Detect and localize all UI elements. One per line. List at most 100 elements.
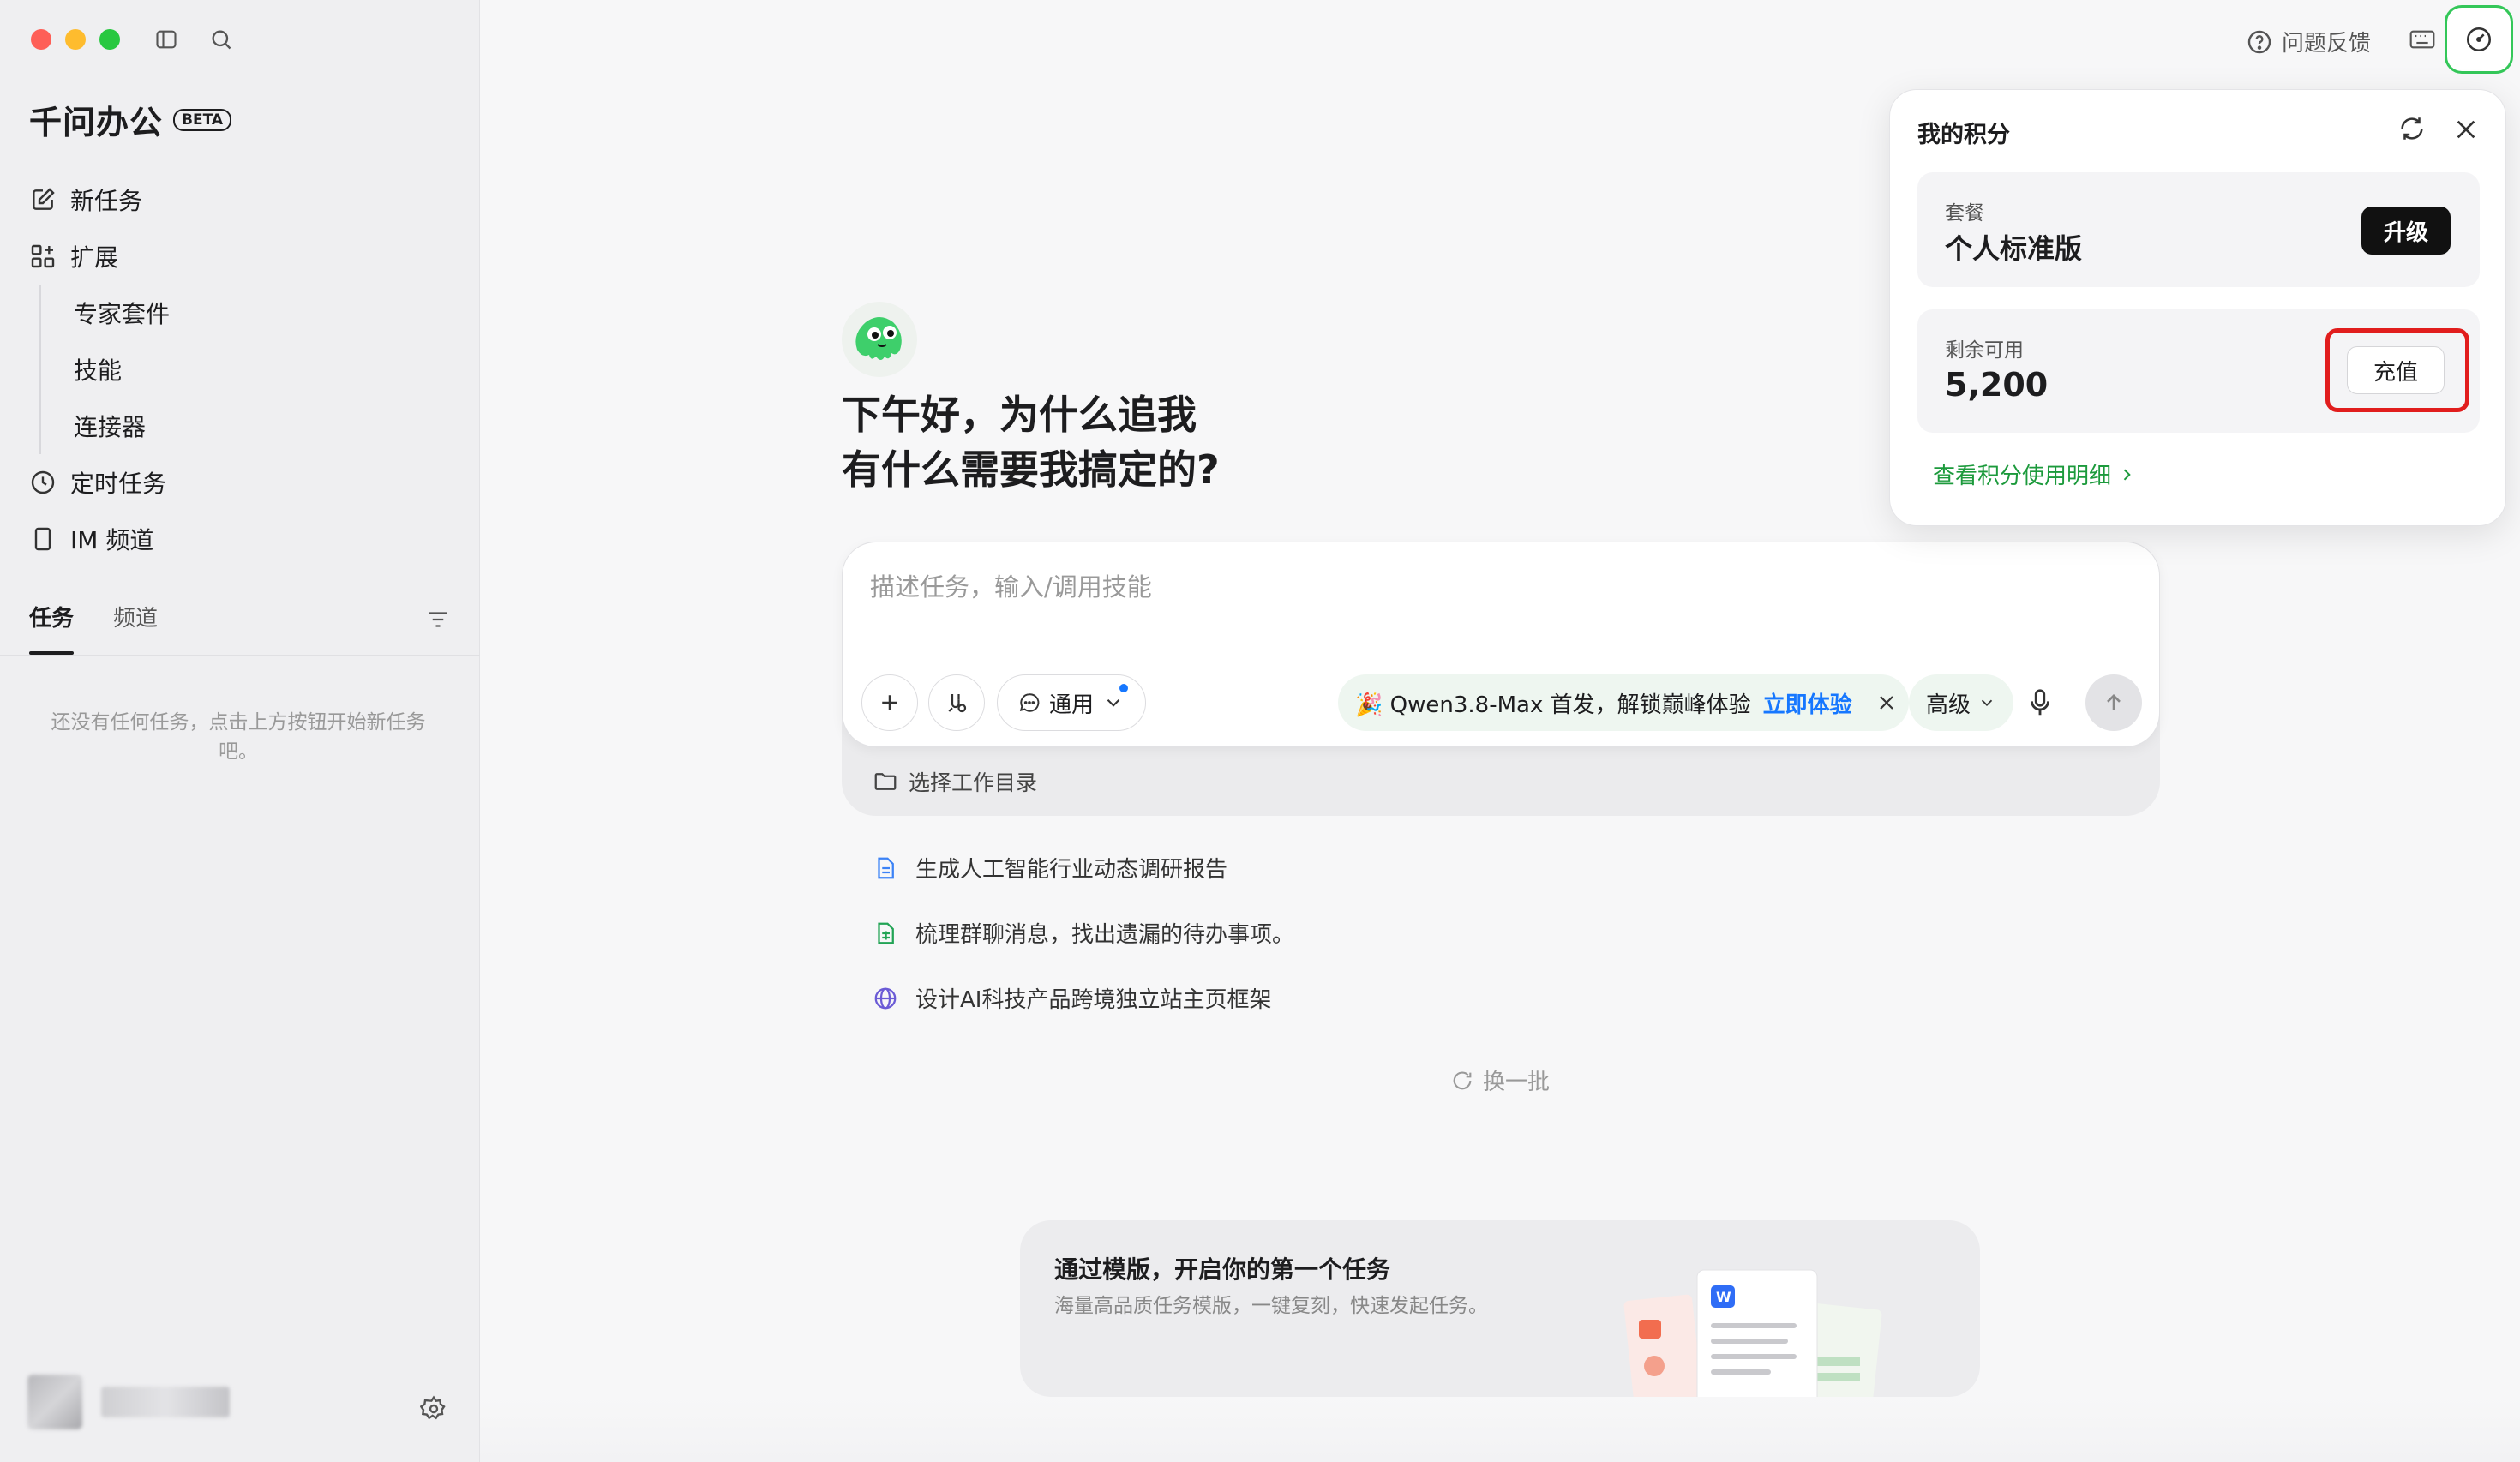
template-card-subtitle: 海量高品质任务模版，一键复刻，快速发起任务。 bbox=[1054, 1295, 1488, 1317]
mode-selector[interactable]: 通用 bbox=[997, 674, 1147, 731]
bottom-fade bbox=[480, 1397, 2520, 1462]
tabs-divider bbox=[0, 655, 480, 656]
sidebar-tabs: 任务 频道 bbox=[29, 595, 451, 655]
greeting-line-1: 下午好，为什么追我 bbox=[842, 392, 1197, 438]
keyboard-icon[interactable] bbox=[2409, 27, 2436, 51]
svg-text:W: W bbox=[1716, 1289, 1731, 1305]
promo-banner: 🎉 Qwen3.8-Max 首发，解锁巅峰体验 立即体验 bbox=[1338, 674, 1909, 731]
recharge-button[interactable]: 充值 bbox=[2347, 346, 2445, 394]
remaining-box: 剩余可用 5,200 充值 bbox=[1917, 309, 2480, 433]
sidebar-item-new-task[interactable]: 新任务 bbox=[29, 171, 458, 228]
composer-container: 通用 🎉 Qwen3.8-Max 首发，解锁巅峰体验 立即体验 高级 选择工作目… bbox=[842, 542, 2160, 816]
grid-plus-icon bbox=[31, 244, 55, 268]
upgrade-button[interactable]: 升级 bbox=[2361, 207, 2451, 255]
help-circle-icon bbox=[2247, 30, 2271, 53]
suggestion-text: 梳理群聊消息，找出遗漏的待办事项。 bbox=[915, 922, 1295, 948]
sidebar-nav: 新任务 扩展 专家套件 技能 连接器 定时任务 IM 频道 bbox=[29, 171, 458, 567]
sidebar-item-label: IM 频道 bbox=[70, 526, 154, 554]
points-detail-label: 查看积分使用明细 bbox=[1933, 464, 2112, 489]
user-name-blurred[interactable] bbox=[101, 1387, 230, 1417]
suggestion-text: 设计AI科技产品跨境独立站主页框架 bbox=[915, 987, 1272, 1013]
remaining-label: 剩余可用 bbox=[1945, 339, 2024, 362]
greeting-line-2: 有什么需要我搞定的? bbox=[842, 446, 1220, 493]
sidebar-item-label: 扩展 bbox=[70, 243, 119, 272]
sidebar: 千问办公 BETA 新任务 扩展 专家套件 技能 连接器 定时任务 IM 频道 … bbox=[0, 0, 480, 1462]
greeting: 下午好，为什么追我 有什么需要我搞定的? bbox=[842, 387, 1220, 497]
gauge-icon bbox=[2466, 27, 2492, 52]
phone-icon bbox=[34, 527, 51, 551]
document-icon bbox=[878, 857, 894, 878]
sidebar-item-expert-suite[interactable]: 专家套件 bbox=[74, 285, 458, 341]
sidebar-item-label: 技能 bbox=[74, 357, 123, 385]
gear-icon[interactable] bbox=[420, 1395, 447, 1423]
sidebar-item-scheduled-tasks[interactable]: 定时任务 bbox=[29, 454, 458, 511]
clock-icon bbox=[31, 470, 55, 494]
plus-icon bbox=[882, 695, 897, 710]
plan-value: 个人标准版 bbox=[1945, 232, 2083, 265]
sidebar-item-label: 定时任务 bbox=[70, 470, 167, 498]
suggestion-item[interactable]: 梳理群聊消息，找出遗漏的待办事项。 bbox=[873, 917, 1558, 949]
template-illustration: W bbox=[1623, 1269, 1882, 1397]
plan-box: 套餐 个人标准版 升级 bbox=[1917, 172, 2480, 287]
sidebar-item-skills[interactable]: 技能 bbox=[74, 341, 458, 398]
add-button[interactable] bbox=[861, 674, 918, 731]
level-selector[interactable]: 高级 bbox=[1909, 674, 2014, 731]
remaining-value: 5,200 bbox=[1945, 366, 2049, 404]
feedback-button[interactable]: 问题反馈 bbox=[2246, 26, 2371, 57]
suggestion-text: 生成人工智能行业动态调研报告 bbox=[915, 857, 1228, 883]
mascot-logo bbox=[842, 302, 917, 377]
composer: 通用 🎉 Qwen3.8-Max 首发，解锁巅峰体验 立即体验 高级 bbox=[842, 542, 2160, 747]
chevron-down-icon bbox=[1981, 699, 1993, 707]
workdir-label: 选择工作目录 bbox=[909, 770, 1038, 795]
edit-icon bbox=[33, 188, 55, 210]
chat-bubble-icon bbox=[1019, 693, 1040, 712]
tools-button[interactable] bbox=[928, 674, 985, 731]
globe-icon bbox=[874, 987, 897, 1009]
refresh-icon[interactable] bbox=[2397, 114, 2427, 143]
spreadsheet-icon bbox=[878, 922, 894, 944]
refresh-label: 换一批 bbox=[1483, 1070, 1551, 1095]
suggestion-item[interactable]: 生成人工智能行业动态调研报告 bbox=[873, 852, 1558, 884]
close-icon[interactable] bbox=[2452, 116, 2480, 143]
send-button[interactable] bbox=[2085, 674, 2142, 731]
new-indicator-dot bbox=[1119, 684, 1129, 692]
tab-channels[interactable]: 频道 bbox=[113, 595, 158, 655]
sidebar-item-label: 新任务 bbox=[70, 187, 143, 215]
filter-icon[interactable] bbox=[425, 607, 451, 632]
microphone-icon[interactable] bbox=[2024, 686, 2056, 719]
level-label: 高级 bbox=[1926, 692, 1971, 718]
recharge-highlight: 充值 bbox=[2325, 328, 2469, 412]
refresh-icon bbox=[1453, 1071, 1472, 1089]
feedback-label: 问题反馈 bbox=[2282, 31, 2372, 57]
tab-tasks[interactable]: 任务 bbox=[29, 595, 75, 655]
chevron-down-icon bbox=[1107, 698, 1120, 707]
extensions-submenu: 专家套件 技能 连接器 bbox=[39, 285, 458, 454]
select-workdir-button[interactable]: 选择工作目录 bbox=[873, 766, 1037, 797]
minimize-window-button[interactable] bbox=[65, 29, 86, 50]
promo-text: 🎉 Qwen3.8-Max 首发，解锁巅峰体验 bbox=[1355, 692, 1751, 718]
template-card[interactable]: 通过模版，开启你的第一个任务 海量高品质任务模版，一键复刻，快速发起任务。 W bbox=[1020, 1220, 1980, 1397]
points-detail-link[interactable]: 查看积分使用明细 bbox=[1933, 458, 2135, 490]
sidebar-item-label: 专家套件 bbox=[74, 300, 171, 328]
brand: 千问办公 BETA bbox=[29, 96, 232, 143]
close-icon[interactable] bbox=[1876, 692, 1897, 713]
close-window-button[interactable] bbox=[31, 29, 51, 50]
sidebar-item-label: 连接器 bbox=[74, 413, 147, 441]
search-icon[interactable] bbox=[209, 27, 233, 51]
refresh-suggestions-button[interactable]: 换一批 bbox=[1450, 1064, 1550, 1096]
avatar[interactable] bbox=[27, 1375, 82, 1429]
plan-label: 套餐 bbox=[1945, 202, 1984, 225]
sidebar-toggle-icon[interactable] bbox=[154, 27, 178, 51]
sidebar-item-im-channel[interactable]: IM 频道 bbox=[29, 511, 458, 567]
sidebar-item-connectors[interactable]: 连接器 bbox=[74, 398, 458, 454]
promo-try-link[interactable]: 立即体验 bbox=[1763, 687, 1852, 719]
suggestion-item[interactable]: 设计AI科技产品跨境独立站主页框架 bbox=[873, 982, 1558, 1014]
sidebar-item-extensions[interactable]: 扩展 bbox=[29, 228, 458, 285]
points-button[interactable] bbox=[2445, 5, 2513, 74]
task-input[interactable] bbox=[870, 568, 2070, 606]
tools-icon bbox=[948, 694, 967, 713]
popup-title: 我的积分 bbox=[1917, 122, 2010, 148]
beta-badge: BETA bbox=[173, 108, 232, 131]
folder-icon bbox=[874, 773, 897, 790]
zoom-window-button[interactable] bbox=[99, 29, 120, 50]
